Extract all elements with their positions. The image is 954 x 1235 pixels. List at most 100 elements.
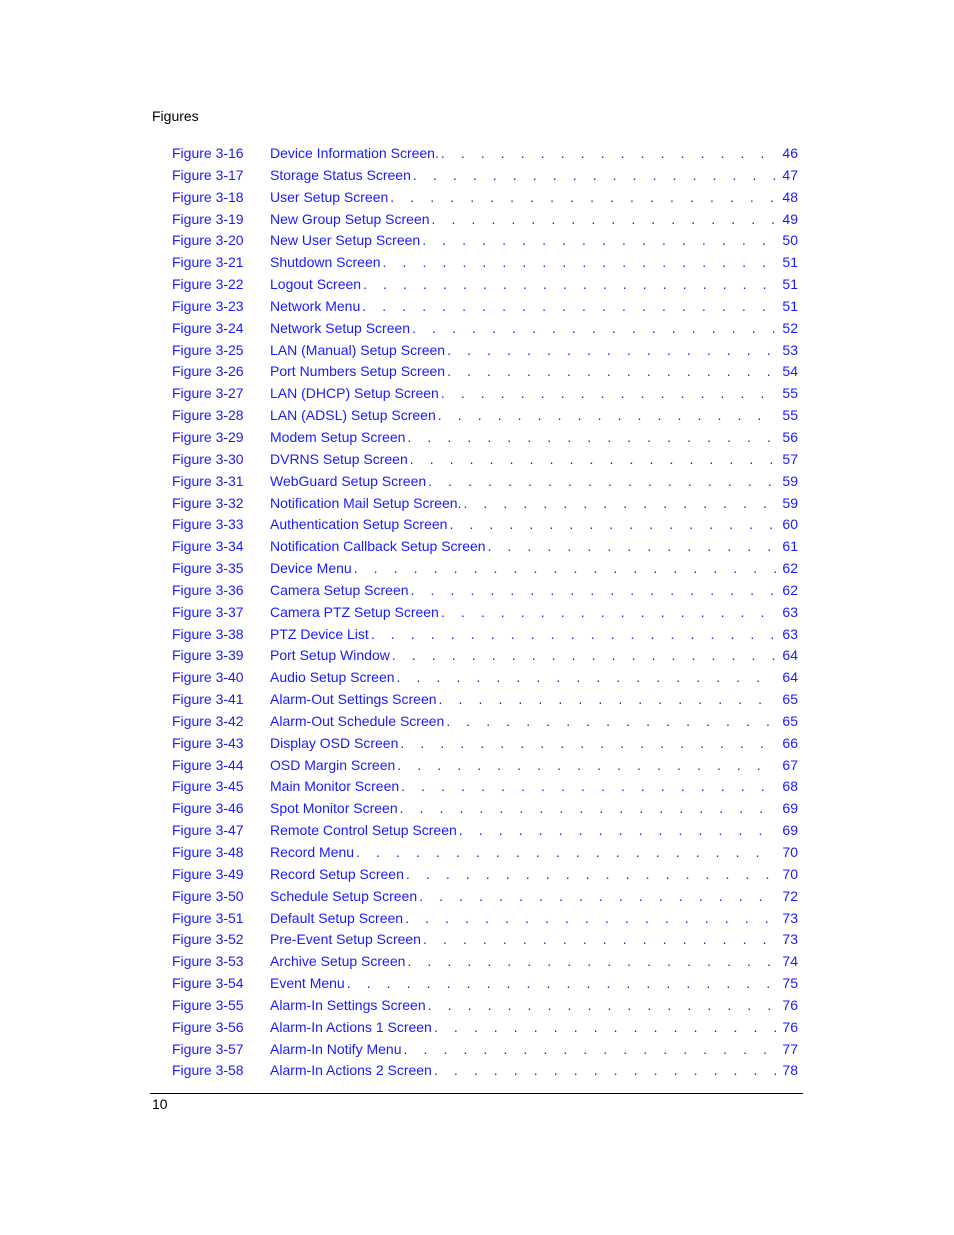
figure-number-link[interactable]: Figure 3-43 bbox=[172, 733, 244, 755]
page-number-link[interactable]: 64 bbox=[776, 645, 798, 668]
figure-title-link[interactable]: Archive Setup Screen bbox=[270, 951, 408, 974]
page-number-link[interactable]: 59 bbox=[776, 492, 798, 515]
figure-title-link[interactable]: Record Setup Screen bbox=[270, 863, 406, 886]
toc-entry[interactable]: Figure 3-21 Shutdown Screen 51 bbox=[172, 252, 798, 275]
toc-entry[interactable]: Figure 3-53 Archive Setup Screen 74 bbox=[172, 951, 798, 974]
toc-entry[interactable]: Figure 3-42 Alarm-Out Schedule Screen 65 bbox=[172, 710, 798, 733]
toc-entry[interactable]: Figure 3-52 Pre-Event Setup Screen 73 bbox=[172, 929, 798, 952]
figure-title-link[interactable]: Remote Control Setup Screen bbox=[270, 820, 459, 842]
figure-number-link[interactable]: Figure 3-24 bbox=[172, 318, 244, 340]
figure-number-link[interactable]: Figure 3-40 bbox=[172, 667, 244, 689]
page-number-link[interactable]: 63 bbox=[776, 623, 798, 646]
page-number-link[interactable]: 77 bbox=[776, 1038, 798, 1061]
figure-number-link[interactable]: Figure 3-48 bbox=[172, 842, 244, 864]
page-number-link[interactable]: 56 bbox=[776, 426, 798, 449]
figure-number-link[interactable]: Figure 3-23 bbox=[172, 296, 244, 318]
figure-title-link[interactable]: WebGuard Setup Screen bbox=[270, 470, 429, 493]
figure-number-link[interactable]: Figure 3-51 bbox=[172, 908, 244, 930]
toc-entry[interactable]: Figure 3-51 Default Setup Screen 73 bbox=[172, 907, 798, 930]
figure-number-link[interactable]: Figure 3-36 bbox=[172, 580, 244, 602]
figure-number-link[interactable]: Figure 3-42 bbox=[172, 711, 244, 733]
toc-entry[interactable]: Figure 3-34 Notification Callback Setup S… bbox=[172, 536, 798, 559]
page-number-link[interactable]: 55 bbox=[776, 383, 798, 406]
figure-number-link[interactable]: Figure 3-35 bbox=[172, 558, 244, 580]
figure-title-link[interactable]: Authentication Setup Screen bbox=[270, 514, 450, 537]
figure-number-link[interactable]: Figure 3-58 bbox=[172, 1060, 244, 1082]
figure-title-link[interactable]: Storage Status Screen bbox=[270, 164, 413, 187]
page-number-link[interactable]: 54 bbox=[776, 361, 798, 384]
figure-number-link[interactable]: Figure 3-46 bbox=[172, 798, 244, 820]
figure-number-link[interactable]: Figure 3-28 bbox=[172, 405, 244, 427]
figure-title-link[interactable]: Pre-Event Setup Screen bbox=[270, 929, 423, 952]
page-number-link[interactable]: 55 bbox=[776, 405, 798, 427]
toc-entry[interactable]: Figure 3-26 Port Numbers Setup Screen 54 bbox=[172, 361, 798, 384]
page-number-link[interactable]: 72 bbox=[776, 885, 798, 908]
figure-title-link[interactable]: Shutdown Screen bbox=[270, 252, 383, 275]
figure-title-link[interactable]: Alarm-In Actions 1 Screen bbox=[270, 1016, 434, 1039]
figure-number-link[interactable]: Figure 3-56 bbox=[172, 1017, 244, 1039]
figure-title-link[interactable]: Schedule Setup Screen bbox=[270, 885, 420, 908]
figure-title-link[interactable]: OSD Margin Screen bbox=[270, 754, 398, 777]
figure-number-link[interactable]: Figure 3-20 bbox=[172, 230, 244, 252]
toc-entry[interactable]: Figure 3-38 PTZ Device List 63 bbox=[172, 623, 798, 646]
figure-number-link[interactable]: Figure 3-57 bbox=[172, 1039, 244, 1061]
page-number-link[interactable]: 63 bbox=[776, 601, 798, 624]
toc-entry[interactable]: Figure 3-40 Audio Setup Screen 64 bbox=[172, 667, 798, 690]
toc-entry[interactable]: Figure 3-57 Alarm-In Notify Menu 77 bbox=[172, 1038, 798, 1061]
page-number-link[interactable]: 46 bbox=[776, 143, 798, 165]
figure-number-link[interactable]: Figure 3-55 bbox=[172, 995, 244, 1017]
figure-title-link[interactable]: Event Menu bbox=[270, 973, 347, 995]
toc-entry[interactable]: Figure 3-54 Event Menu 75 bbox=[172, 973, 798, 995]
toc-entry[interactable]: Figure 3-49 Record Setup Screen 70 bbox=[172, 863, 798, 886]
figure-title-link[interactable]: Device Menu bbox=[270, 558, 354, 580]
page-number-link[interactable]: 73 bbox=[776, 907, 798, 930]
page-number-link[interactable]: 60 bbox=[776, 514, 798, 537]
figure-number-link[interactable]: Figure 3-30 bbox=[172, 449, 244, 471]
figure-title-link[interactable]: Port Numbers Setup Screen bbox=[270, 361, 448, 384]
figure-number-link[interactable]: Figure 3-25 bbox=[172, 340, 244, 362]
figure-title-link[interactable]: PTZ Device List bbox=[270, 623, 371, 646]
page-number-link[interactable]: 49 bbox=[776, 208, 798, 231]
toc-entry[interactable]: Figure 3-17 Storage Status Screen 47 bbox=[172, 164, 798, 187]
figure-title-link[interactable]: Modem Setup Screen bbox=[270, 426, 408, 449]
toc-entry[interactable]: Figure 3-44 OSD Margin Screen 67 bbox=[172, 754, 798, 777]
figure-number-link[interactable]: Figure 3-38 bbox=[172, 624, 244, 646]
toc-entry[interactable]: Figure 3-30 DVRNS Setup Screen 57 bbox=[172, 448, 798, 471]
figure-number-link[interactable]: Figure 3-49 bbox=[172, 864, 244, 886]
page-number-link[interactable]: 62 bbox=[776, 558, 798, 580]
page-number-link[interactable]: 53 bbox=[776, 339, 798, 362]
page-number-link[interactable]: 69 bbox=[776, 798, 798, 821]
toc-entry[interactable]: Figure 3-28 LAN (ADSL) Setup Screen 55 bbox=[172, 405, 798, 427]
figure-number-link[interactable]: Figure 3-21 bbox=[172, 252, 244, 274]
figure-title-link[interactable]: Display OSD Screen bbox=[270, 732, 401, 755]
figure-title-link[interactable]: Notification Callback Setup Screen bbox=[270, 536, 488, 559]
toc-entry[interactable]: Figure 3-32 Notification Mail Setup Scree… bbox=[172, 492, 798, 515]
toc-entry[interactable]: Figure 3-19 New Group Setup Screen 49 bbox=[172, 208, 798, 231]
figure-number-link[interactable]: Figure 3-45 bbox=[172, 776, 244, 798]
toc-entry[interactable]: Figure 3-45 Main Monitor Screen 68 bbox=[172, 776, 798, 799]
figure-title-link[interactable]: Alarm-In Settings Screen bbox=[270, 994, 428, 1017]
figure-number-link[interactable]: Figure 3-27 bbox=[172, 383, 244, 405]
toc-entry[interactable]: Figure 3-31 WebGuard Setup Screen 59 bbox=[172, 470, 798, 493]
figure-title-link[interactable]: Camera PTZ Setup Screen bbox=[270, 601, 441, 624]
page-number-link[interactable]: 73 bbox=[776, 929, 798, 952]
figure-title-link[interactable]: Alarm-In Notify Menu bbox=[270, 1038, 404, 1061]
page-number-link[interactable]: 76 bbox=[776, 994, 798, 1017]
toc-entry[interactable]: Figure 3-18 User Setup Screen 48 bbox=[172, 186, 798, 209]
toc-entry[interactable]: Figure 3-29 Modem Setup Screen 56 bbox=[172, 426, 798, 449]
toc-entry[interactable]: Figure 3-43 Display OSD Screen 66 bbox=[172, 732, 798, 755]
figure-title-link[interactable]: Network Menu bbox=[270, 295, 363, 318]
toc-entry[interactable]: Figure 3-39 Port Setup Window 64 bbox=[172, 645, 798, 668]
toc-entry[interactable]: Figure 3-36 Camera Setup Screen 62 bbox=[172, 579, 798, 602]
figure-title-link[interactable]: Audio Setup Screen bbox=[270, 667, 397, 690]
figure-number-link[interactable]: Figure 3-16 bbox=[172, 143, 244, 165]
figure-title-link[interactable]: LAN (ADSL) Setup Screen bbox=[270, 405, 438, 427]
page-number-link[interactable]: 51 bbox=[776, 252, 798, 275]
figure-title-link[interactable]: Record Menu bbox=[270, 842, 357, 864]
figure-title-link[interactable]: Notification Mail Setup Screen. bbox=[270, 492, 464, 515]
figure-title-link[interactable]: Default Setup Screen bbox=[270, 907, 406, 930]
figure-title-link[interactable]: User Setup Screen bbox=[270, 186, 391, 209]
figure-number-link[interactable]: Figure 3-54 bbox=[172, 973, 244, 995]
page-number-link[interactable]: 51 bbox=[776, 295, 798, 318]
figure-number-link[interactable]: Figure 3-31 bbox=[172, 471, 244, 493]
